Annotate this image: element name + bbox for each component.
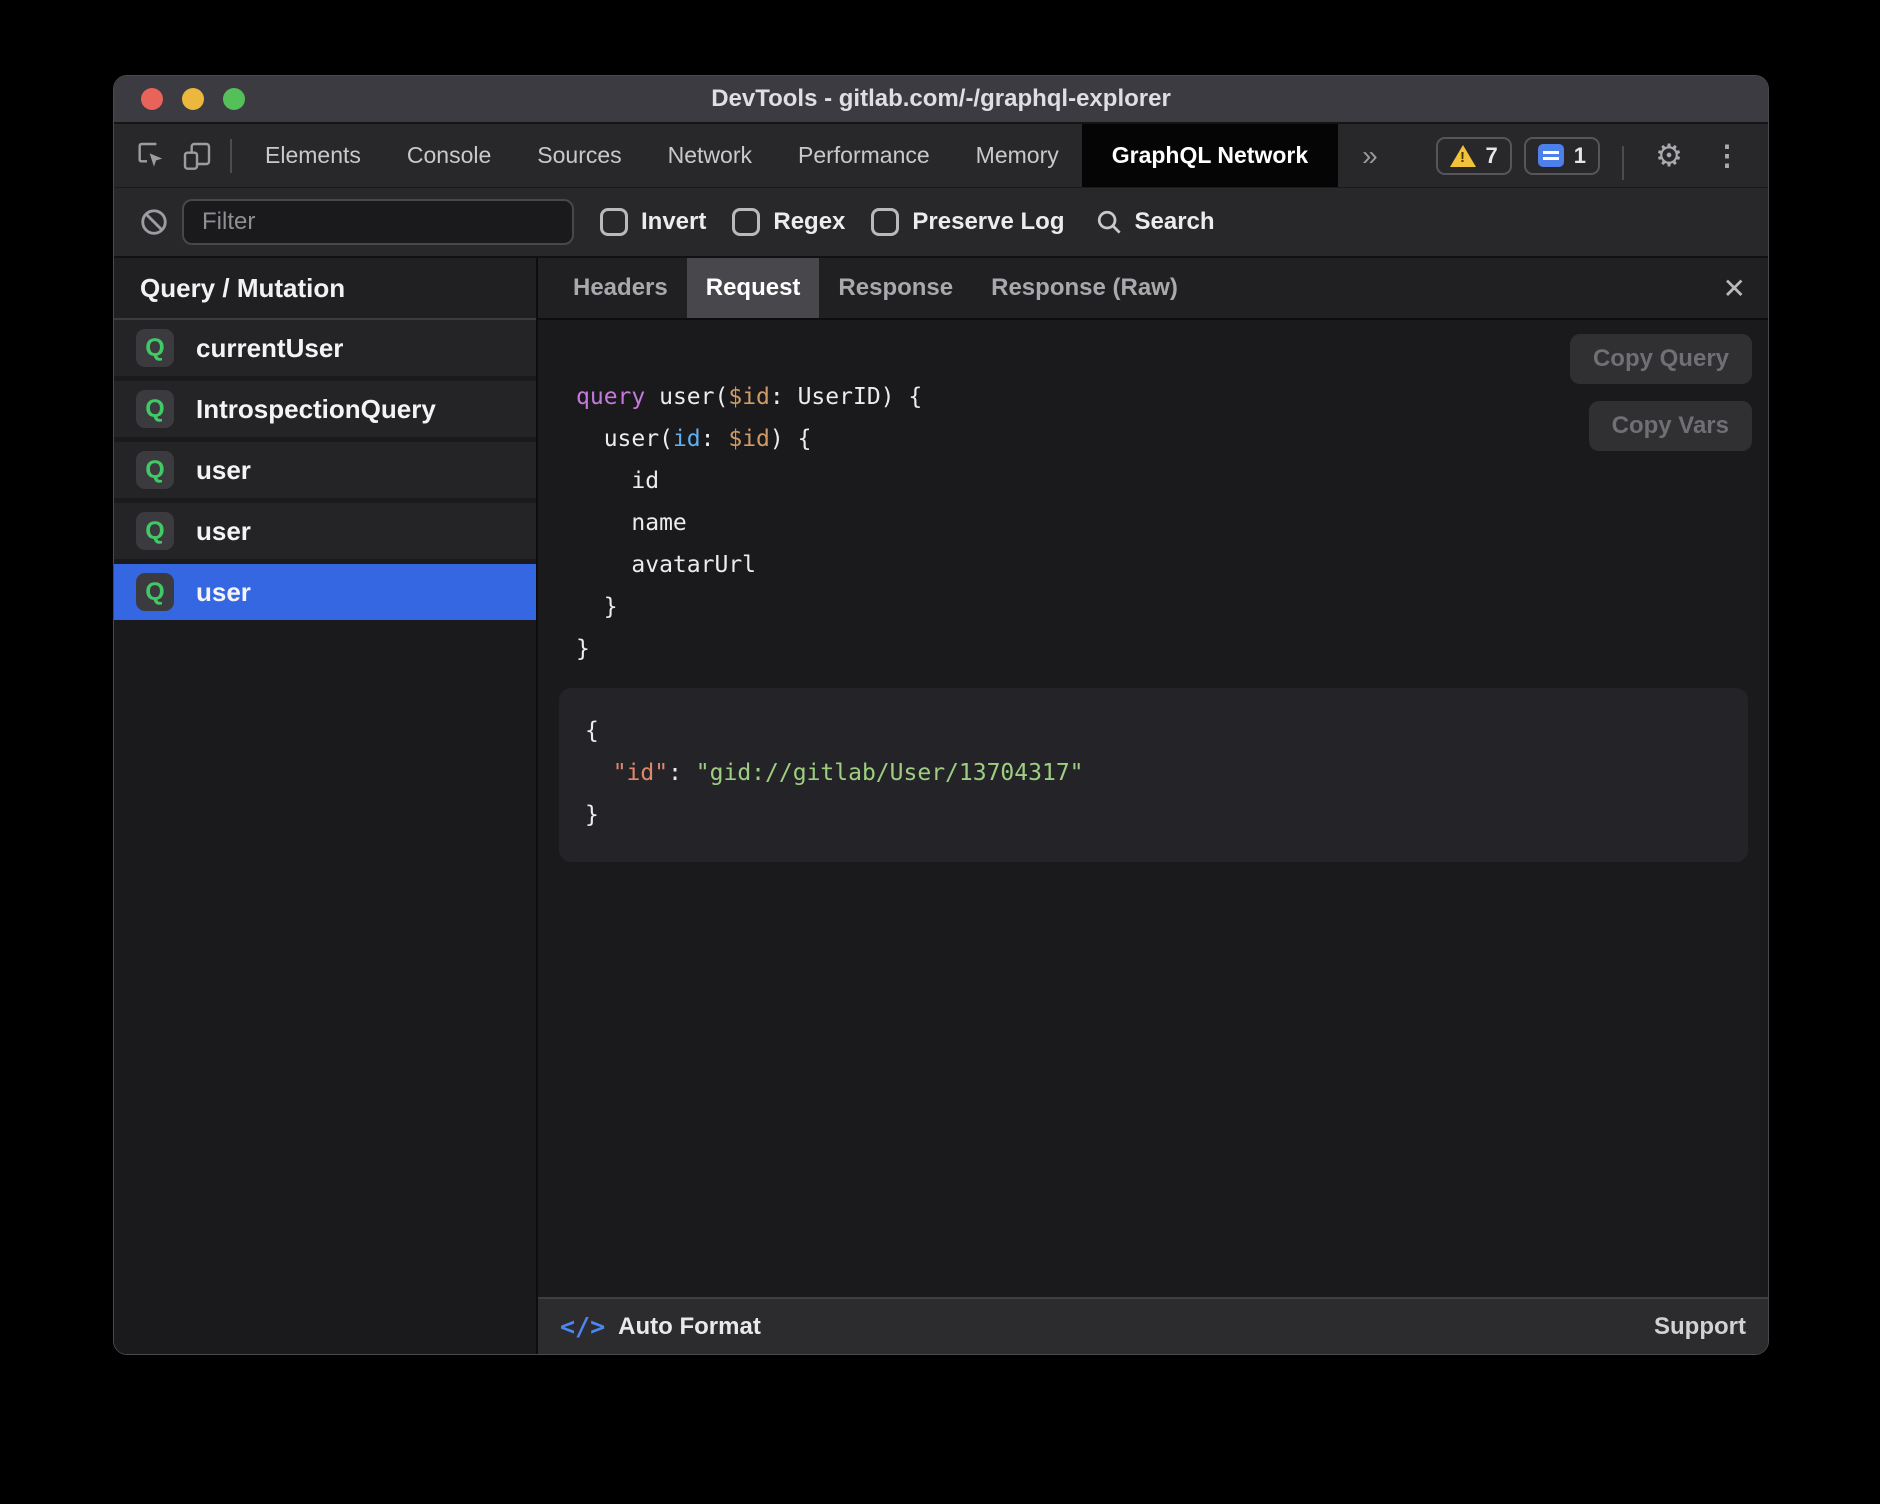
query-list: Q currentUser Q IntrospectionQuery Q use…	[114, 320, 536, 625]
copy-query-button[interactable]: Copy Query	[1570, 334, 1752, 384]
query-type-badge: Q	[136, 573, 174, 611]
preserve-log-checkbox[interactable]	[871, 208, 899, 236]
detail-footer: </> Auto Format Support	[538, 1297, 1768, 1354]
list-item-currentuser[interactable]: Q currentUser	[114, 320, 536, 376]
menu-dots-icon[interactable]: ⋮	[1704, 139, 1750, 172]
warnings-badge[interactable]: 7	[1436, 137, 1512, 175]
preserve-log-label: Preserve Log	[912, 208, 1064, 236]
invert-checkbox[interactable]	[600, 208, 628, 236]
window-title: DevTools - gitlab.com/-/graphql-explorer	[114, 85, 1768, 113]
query-type-badge: Q	[136, 451, 174, 489]
tab-headers[interactable]: Headers	[554, 258, 687, 318]
copy-buttons: Copy Query Copy Vars	[1570, 334, 1752, 451]
zoom-window-button[interactable]	[223, 88, 245, 110]
list-item-user-2[interactable]: Q user	[114, 503, 536, 559]
copy-vars-button[interactable]: Copy Vars	[1589, 401, 1752, 451]
regex-checkbox-group[interactable]: Regex	[732, 208, 845, 236]
block-icon	[139, 207, 169, 237]
content-area: Query / Mutation Q currentUser Q Introsp…	[114, 258, 1768, 1354]
list-item-label: user	[196, 455, 251, 486]
code-line: }	[576, 586, 1768, 628]
list-item-label: IntrospectionQuery	[196, 394, 436, 425]
titlebar: DevTools - gitlab.com/-/graphql-explorer	[114, 76, 1768, 124]
tab-request[interactable]: Request	[687, 258, 820, 318]
list-item-introspectionquery[interactable]: Q IntrospectionQuery	[114, 381, 536, 437]
toggle-device-toolbar-button[interactable]	[174, 124, 220, 187]
filter-input[interactable]	[182, 199, 574, 245]
tab-memory[interactable]: Memory	[953, 124, 1082, 187]
tab-sources[interactable]: Sources	[514, 124, 644, 187]
more-tabs-icon[interactable]: »	[1338, 124, 1402, 187]
warning-count: 7	[1486, 143, 1498, 169]
support-link[interactable]: Support	[1654, 1313, 1746, 1341]
request-body-area: Copy Query Copy Vars query user($id: Use…	[538, 320, 1768, 1297]
code-line: name	[576, 502, 1768, 544]
code-brackets-icon: </>	[560, 1312, 605, 1341]
devtools-window: DevTools - gitlab.com/-/graphql-explorer…	[113, 75, 1769, 1355]
close-detail-icon[interactable]: ✕	[1723, 258, 1746, 318]
code-line: }	[585, 794, 1722, 836]
list-item-label: user	[196, 577, 251, 608]
code-line: {	[585, 710, 1722, 752]
device-toolbar-icon	[181, 140, 213, 172]
query-type-badge: Q	[136, 390, 174, 428]
invert-label: Invert	[641, 208, 706, 236]
toolbar-right-section: 7 1 ⚙ ⋮	[1436, 124, 1769, 187]
message-icon	[1538, 144, 1564, 167]
list-item-user-3-selected[interactable]: Q user	[114, 564, 536, 620]
query-variables-block: { "id": "gid://gitlab/User/13704317" }	[559, 688, 1748, 862]
list-item-label: currentUser	[196, 333, 343, 364]
search-icon	[1094, 207, 1124, 237]
issues-badge[interactable]: 1	[1524, 137, 1600, 175]
close-window-button[interactable]	[141, 88, 163, 110]
warning-icon	[1450, 145, 1476, 167]
devtools-toolbar: Elements Console Sources Network Perform…	[114, 124, 1768, 188]
inspect-element-button[interactable]	[128, 124, 174, 187]
filter-bar: Invert Regex Preserve Log Search	[114, 188, 1768, 258]
invert-checkbox-group[interactable]: Invert	[600, 208, 706, 236]
tab-response-raw[interactable]: Response (Raw)	[972, 258, 1197, 318]
settings-gear-icon[interactable]: ⚙	[1646, 138, 1692, 174]
tab-graphql-network[interactable]: GraphQL Network	[1082, 124, 1338, 187]
code-line: "id": "gid://gitlab/User/13704317"	[585, 752, 1722, 794]
tab-network[interactable]: Network	[645, 124, 775, 187]
auto-format-button[interactable]: Auto Format	[618, 1313, 761, 1341]
toolbar-divider	[1622, 146, 1624, 180]
query-list-header: Query / Mutation	[114, 258, 536, 320]
request-detail-panel: Headers Request Response Response (Raw) …	[538, 258, 1768, 1354]
query-type-badge: Q	[136, 512, 174, 550]
regex-checkbox[interactable]	[732, 208, 760, 236]
toolbar-divider	[230, 139, 232, 173]
traffic-lights	[141, 76, 245, 122]
preserve-log-checkbox-group[interactable]: Preserve Log	[871, 208, 1064, 236]
message-count: 1	[1574, 143, 1586, 169]
search-button[interactable]: Search	[1094, 207, 1214, 237]
tab-performance[interactable]: Performance	[775, 124, 953, 187]
clear-log-button[interactable]	[134, 207, 174, 237]
code-line: }	[576, 628, 1768, 670]
regex-label: Regex	[773, 208, 845, 236]
code-line: avatarUrl	[576, 544, 1768, 586]
list-item-user-1[interactable]: Q user	[114, 442, 536, 498]
query-type-badge: Q	[136, 329, 174, 367]
inspect-cursor-icon	[135, 140, 167, 172]
list-item-label: user	[196, 516, 251, 547]
detail-tabs: Headers Request Response Response (Raw) …	[538, 258, 1768, 320]
tab-elements[interactable]: Elements	[242, 124, 384, 187]
search-label: Search	[1134, 208, 1214, 236]
tab-console[interactable]: Console	[384, 124, 514, 187]
query-list-panel: Query / Mutation Q currentUser Q Introsp…	[114, 258, 538, 1354]
tab-response[interactable]: Response	[819, 258, 972, 318]
minimize-window-button[interactable]	[182, 88, 204, 110]
code-line: id	[576, 460, 1768, 502]
